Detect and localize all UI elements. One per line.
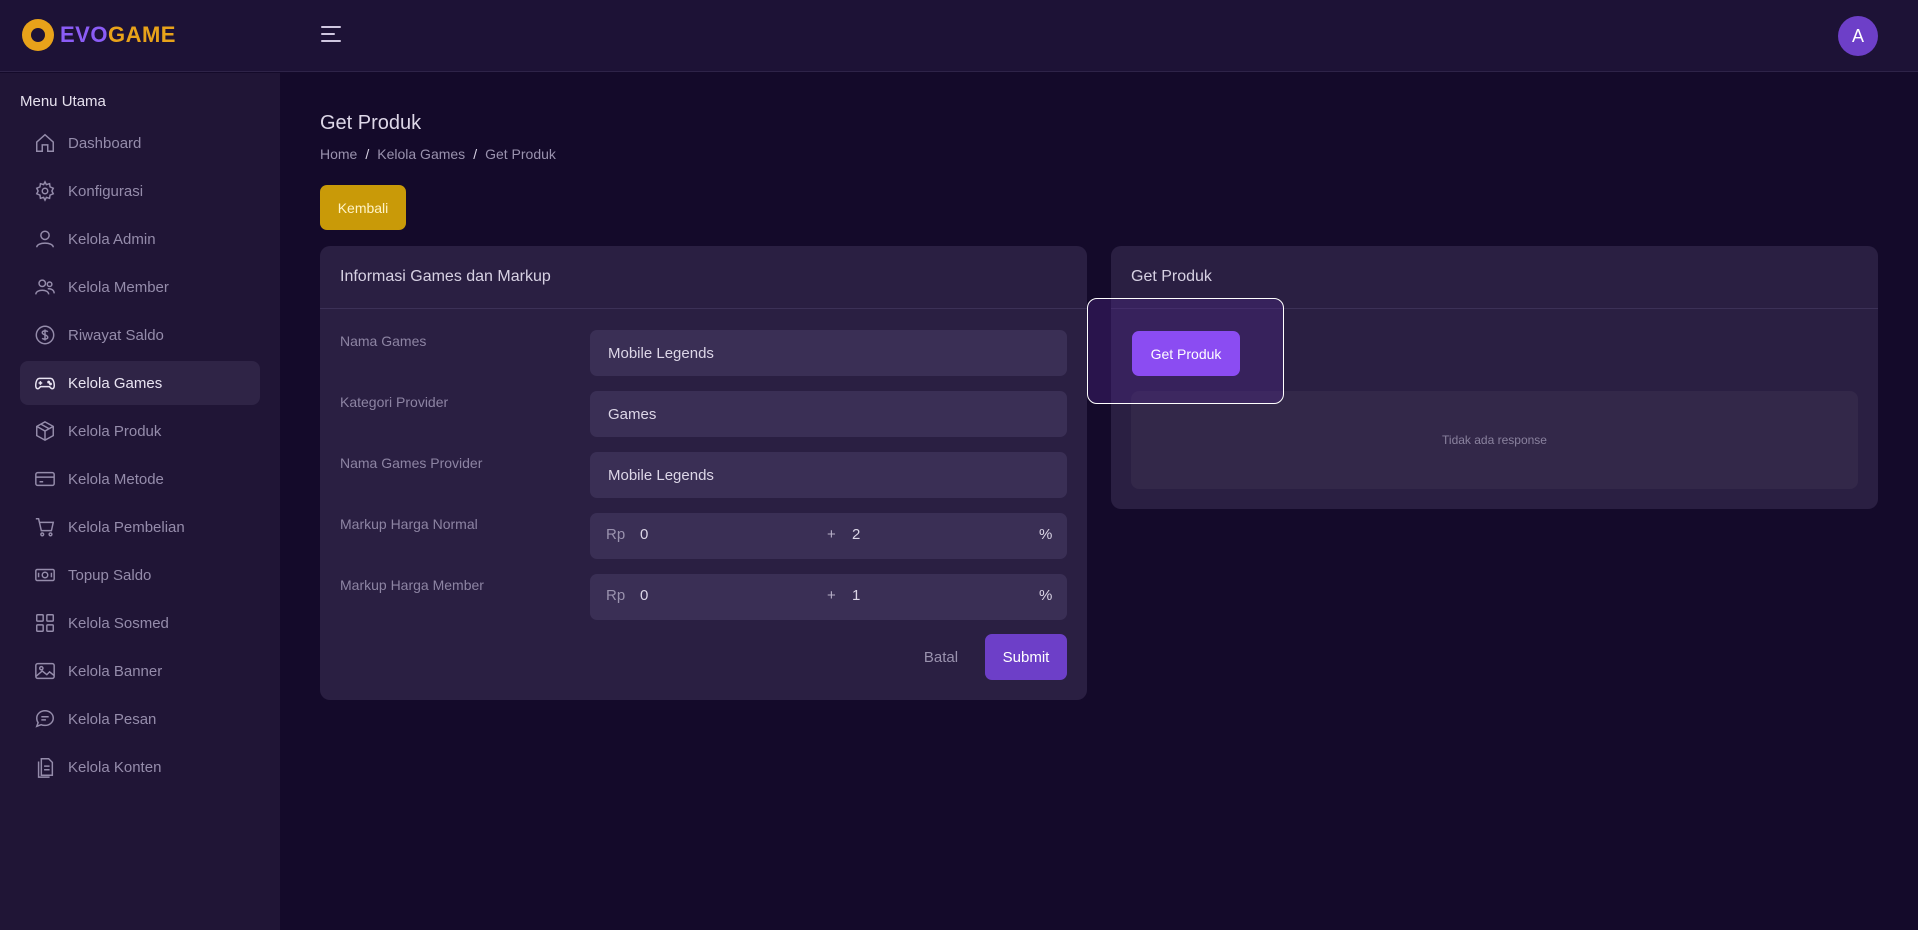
breadcrumb-current: Get Produk (485, 146, 556, 162)
grid-icon (34, 612, 56, 634)
form-row-kategori-provider: Kategori Provider Games (340, 391, 1067, 437)
breadcrumb-kelola-games[interactable]: Kelola Games (377, 146, 465, 162)
sidebar-item-label: Kelola Pesan (68, 710, 157, 728)
sidebar-item-kelola-banner[interactable]: Kelola Banner (20, 649, 260, 693)
top-bar: EVOGAME A (0, 0, 1918, 72)
avatar[interactable]: A (1838, 16, 1878, 56)
markup-normal-group: Rp 0 + 2 % (590, 513, 1067, 559)
breadcrumb-home[interactable]: Home (320, 146, 357, 162)
gamepad-icon (34, 372, 56, 394)
breadcrumb-separator: / (365, 146, 370, 162)
response-box: Tidak ada response (1131, 391, 1858, 489)
sidebar-item-label: Kelola Metode (68, 470, 164, 488)
form-row-nama-games-provider: Nama Games Provider Mobile Legends (340, 452, 1067, 498)
markup-member-percent-input[interactable]: 1 (852, 587, 860, 604)
cart-icon (34, 516, 56, 538)
money-icon (34, 564, 56, 586)
focus-highlight: Get Produk (1087, 298, 1284, 404)
plus-sign: + (827, 587, 836, 604)
dollar-icon (34, 324, 56, 346)
chat-icon (34, 708, 56, 730)
nama-games-field[interactable]: Mobile Legends (590, 330, 1067, 376)
users-icon (34, 276, 56, 298)
sidebar-item-kelola-konten[interactable]: Kelola Konten (20, 745, 260, 789)
field-label: Kategori Provider (340, 394, 449, 410)
sidebar-item-label: Konfigurasi (68, 182, 144, 200)
sidebar-item-dashboard[interactable]: Dashboard (20, 121, 260, 165)
breadcrumb: Home / Kelola Games / Get Produk (320, 146, 556, 162)
sidebar-item-konfigurasi[interactable]: Konfigurasi (20, 169, 260, 213)
game-info-card: Informasi Games dan Markup Nama Games Mo… (320, 246, 1087, 700)
user-icon (34, 228, 56, 250)
logo-mark-icon (22, 19, 54, 51)
card-title: Informasi Games dan Markup (320, 246, 1087, 309)
sidebar-menu: Dashboard Konfigurasi Kelola Admin Kelol… (20, 121, 260, 793)
sidebar-item-label: Kelola Produk (68, 422, 162, 440)
menu-toggle-icon[interactable] (321, 26, 341, 44)
sidebar-item-kelola-metode[interactable]: Kelola Metode (20, 457, 260, 501)
sidebar-item-label: Kelola Banner (68, 662, 163, 680)
nama-games-provider-field[interactable]: Mobile Legends (590, 452, 1067, 498)
field-label: Nama Games Provider (340, 455, 483, 471)
sidebar-item-label: Dashboard (68, 134, 142, 152)
markup-normal-percent-input[interactable]: 2 (852, 526, 860, 543)
field-label: Markup Harga Member (340, 577, 484, 593)
percent-suffix: % (1039, 587, 1053, 604)
sidebar-item-kelola-pembelian[interactable]: Kelola Pembelian (20, 505, 260, 549)
sidebar-item-kelola-member[interactable]: Kelola Member (20, 265, 260, 309)
home-icon (34, 132, 56, 154)
get-produk-button[interactable]: Get Produk (1132, 331, 1240, 376)
currency-prefix: Rp (606, 526, 626, 543)
form-row-markup-normal: Markup Harga Normal Rp 0 + 2 % (340, 513, 1067, 559)
currency-prefix: Rp (606, 587, 626, 604)
card-icon (34, 468, 56, 490)
sidebar-item-label: Kelola Admin (68, 230, 156, 248)
back-button[interactable]: Kembali (320, 185, 406, 230)
gear-icon (34, 180, 56, 202)
plus-sign: + (827, 526, 836, 543)
field-label: Markup Harga Normal (340, 516, 478, 532)
image-icon (34, 660, 56, 682)
logo-text: EVOGAME (60, 22, 176, 48)
markup-normal-amount-input[interactable]: 0 (640, 526, 648, 543)
sidebar-item-kelola-admin[interactable]: Kelola Admin (20, 217, 260, 261)
sidebar-item-kelola-games[interactable]: Kelola Games (20, 361, 260, 405)
sidebar-item-label: Topup Saldo (68, 566, 152, 584)
cancel-button[interactable]: Batal (916, 634, 966, 680)
sidebar-item-label: Kelola Member (68, 278, 169, 296)
sidebar-item-label: Kelola Pembelian (68, 518, 185, 536)
field-label: Nama Games (340, 333, 427, 349)
document-icon (34, 756, 56, 778)
sidebar-item-riwayat-saldo[interactable]: Riwayat Saldo (20, 313, 260, 357)
kategori-provider-field[interactable]: Games (590, 391, 1067, 437)
submit-button[interactable]: Submit (985, 634, 1067, 680)
percent-suffix: % (1039, 526, 1053, 543)
logo-text-game: GAME (107, 22, 176, 47)
sidebar-item-label: Kelola Konten (68, 758, 162, 776)
logo[interactable]: EVOGAME (22, 19, 176, 51)
sidebar-item-topup-saldo[interactable]: Topup Saldo (20, 553, 260, 597)
sidebar-item-label: Kelola Sosmed (68, 614, 169, 632)
box-icon (34, 420, 56, 442)
sidebar-item-kelola-produk[interactable]: Kelola Produk (20, 409, 260, 453)
form-row-markup-member: Markup Harga Member Rp 0 + 1 % (340, 574, 1067, 620)
sidebar: Menu Utama Dashboard Konfigurasi Kelola … (0, 73, 280, 930)
sidebar-item-kelola-sosmed[interactable]: Kelola Sosmed (20, 601, 260, 645)
form-row-nama-games: Nama Games Mobile Legends (340, 330, 1067, 376)
logo-text-evo: EVO (60, 22, 108, 47)
sidebar-item-kelola-pesan[interactable]: Kelola Pesan (20, 697, 260, 741)
page-title: Get Produk (320, 112, 422, 134)
sidebar-title: Menu Utama (20, 93, 106, 110)
sidebar-item-label: Riwayat Saldo (68, 326, 164, 344)
markup-member-amount-input[interactable]: 0 (640, 587, 648, 604)
sidebar-item-label: Kelola Games (68, 374, 163, 392)
breadcrumb-separator: / (473, 146, 478, 162)
markup-member-group: Rp 0 + 1 % (590, 574, 1067, 620)
